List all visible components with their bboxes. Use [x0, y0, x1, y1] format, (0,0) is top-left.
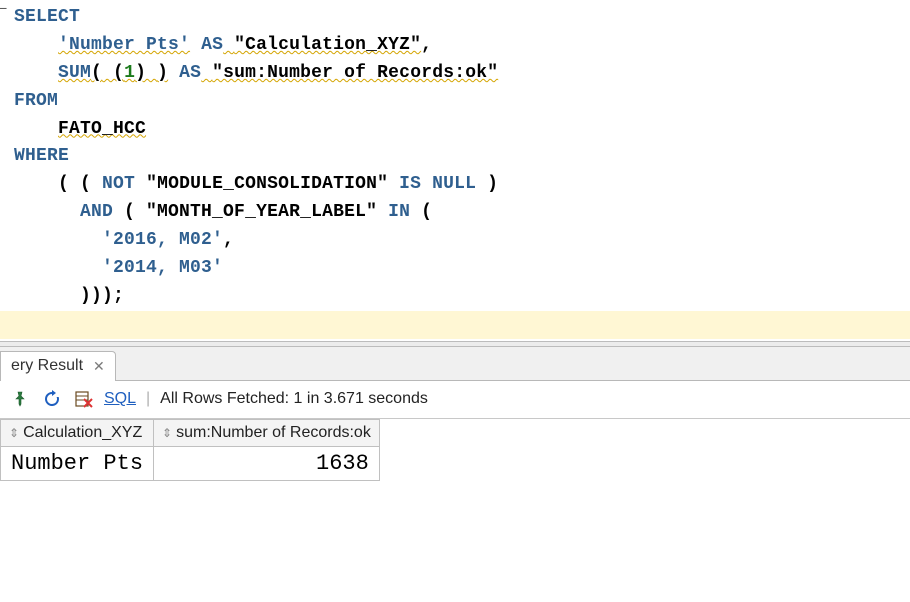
string-literal: 'Number Pts'	[58, 32, 190, 60]
table-name: FATO_HCC	[58, 116, 146, 144]
separator: |	[144, 390, 152, 408]
sort-icon[interactable]: ⇕	[162, 426, 172, 440]
col-month-of-year: "MONTH_OF_YEAR_LABEL"	[146, 199, 377, 227]
kw-as: AS	[179, 60, 201, 88]
closing-parens: )));	[80, 283, 124, 311]
kw-null: NULL	[432, 171, 476, 199]
delete-row-icon[interactable]	[72, 387, 96, 411]
close-icon[interactable]: ✕	[93, 358, 105, 375]
refresh-icon[interactable]	[40, 387, 64, 411]
sql-link[interactable]: SQL	[104, 390, 136, 408]
result-toolbar: SQL | All Rows Fetched: 1 in 3.671 secon…	[0, 381, 910, 419]
alias-calculation: "Calculation_XYZ"	[234, 32, 421, 60]
alias-sumrec: "sum:Number of Records:ok"	[212, 60, 498, 88]
string-literal: '2016, M02'	[102, 227, 223, 255]
column-header-sumrecords[interactable]: ⇕sum:Number of Records:ok	[154, 419, 380, 446]
fn-sum: SUM	[58, 60, 91, 88]
table-row[interactable]: Number Pts 1638	[1, 446, 380, 480]
sql-editor[interactable]: SELECT 'Number Pts' AS "Calculation_XYZ"…	[0, 0, 910, 341]
sort-icon[interactable]: ⇕	[9, 426, 19, 440]
column-header-calculation[interactable]: ⇕Calculation_XYZ	[1, 419, 154, 446]
kw-not: NOT	[102, 171, 135, 199]
kw-where: WHERE	[14, 143, 69, 171]
kw-is: IS	[399, 171, 421, 199]
kw-as: AS	[201, 32, 223, 60]
col-module-consolidation: "MODULE_CONSOLIDATION"	[146, 171, 388, 199]
tab-label: ery Result	[11, 357, 83, 375]
pin-icon[interactable]	[8, 387, 32, 411]
kw-from: FROM	[14, 88, 58, 116]
fetch-status: All Rows Fetched: 1 in 3.671 seconds	[160, 390, 428, 408]
kw-select: SELECT	[14, 4, 80, 32]
query-result-panel: ery Result ✕ SQL | All Rows Fetched: 1 i…	[0, 347, 910, 481]
cell-sumrecords: 1638	[154, 446, 380, 480]
cell-calculation: Number Pts	[1, 446, 154, 480]
result-table: ⇕Calculation_XYZ ⇕sum:Number of Records:…	[0, 419, 380, 481]
result-tab-bar: ery Result ✕	[0, 347, 910, 381]
tab-query-result[interactable]: ery Result ✕	[0, 351, 116, 381]
kw-in: IN	[388, 199, 410, 227]
string-literal: '2014, M03'	[102, 255, 223, 283]
table-header-row: ⇕Calculation_XYZ ⇕sum:Number of Records:…	[1, 419, 380, 446]
kw-and: AND	[80, 199, 113, 227]
num-one: 1	[124, 60, 135, 88]
